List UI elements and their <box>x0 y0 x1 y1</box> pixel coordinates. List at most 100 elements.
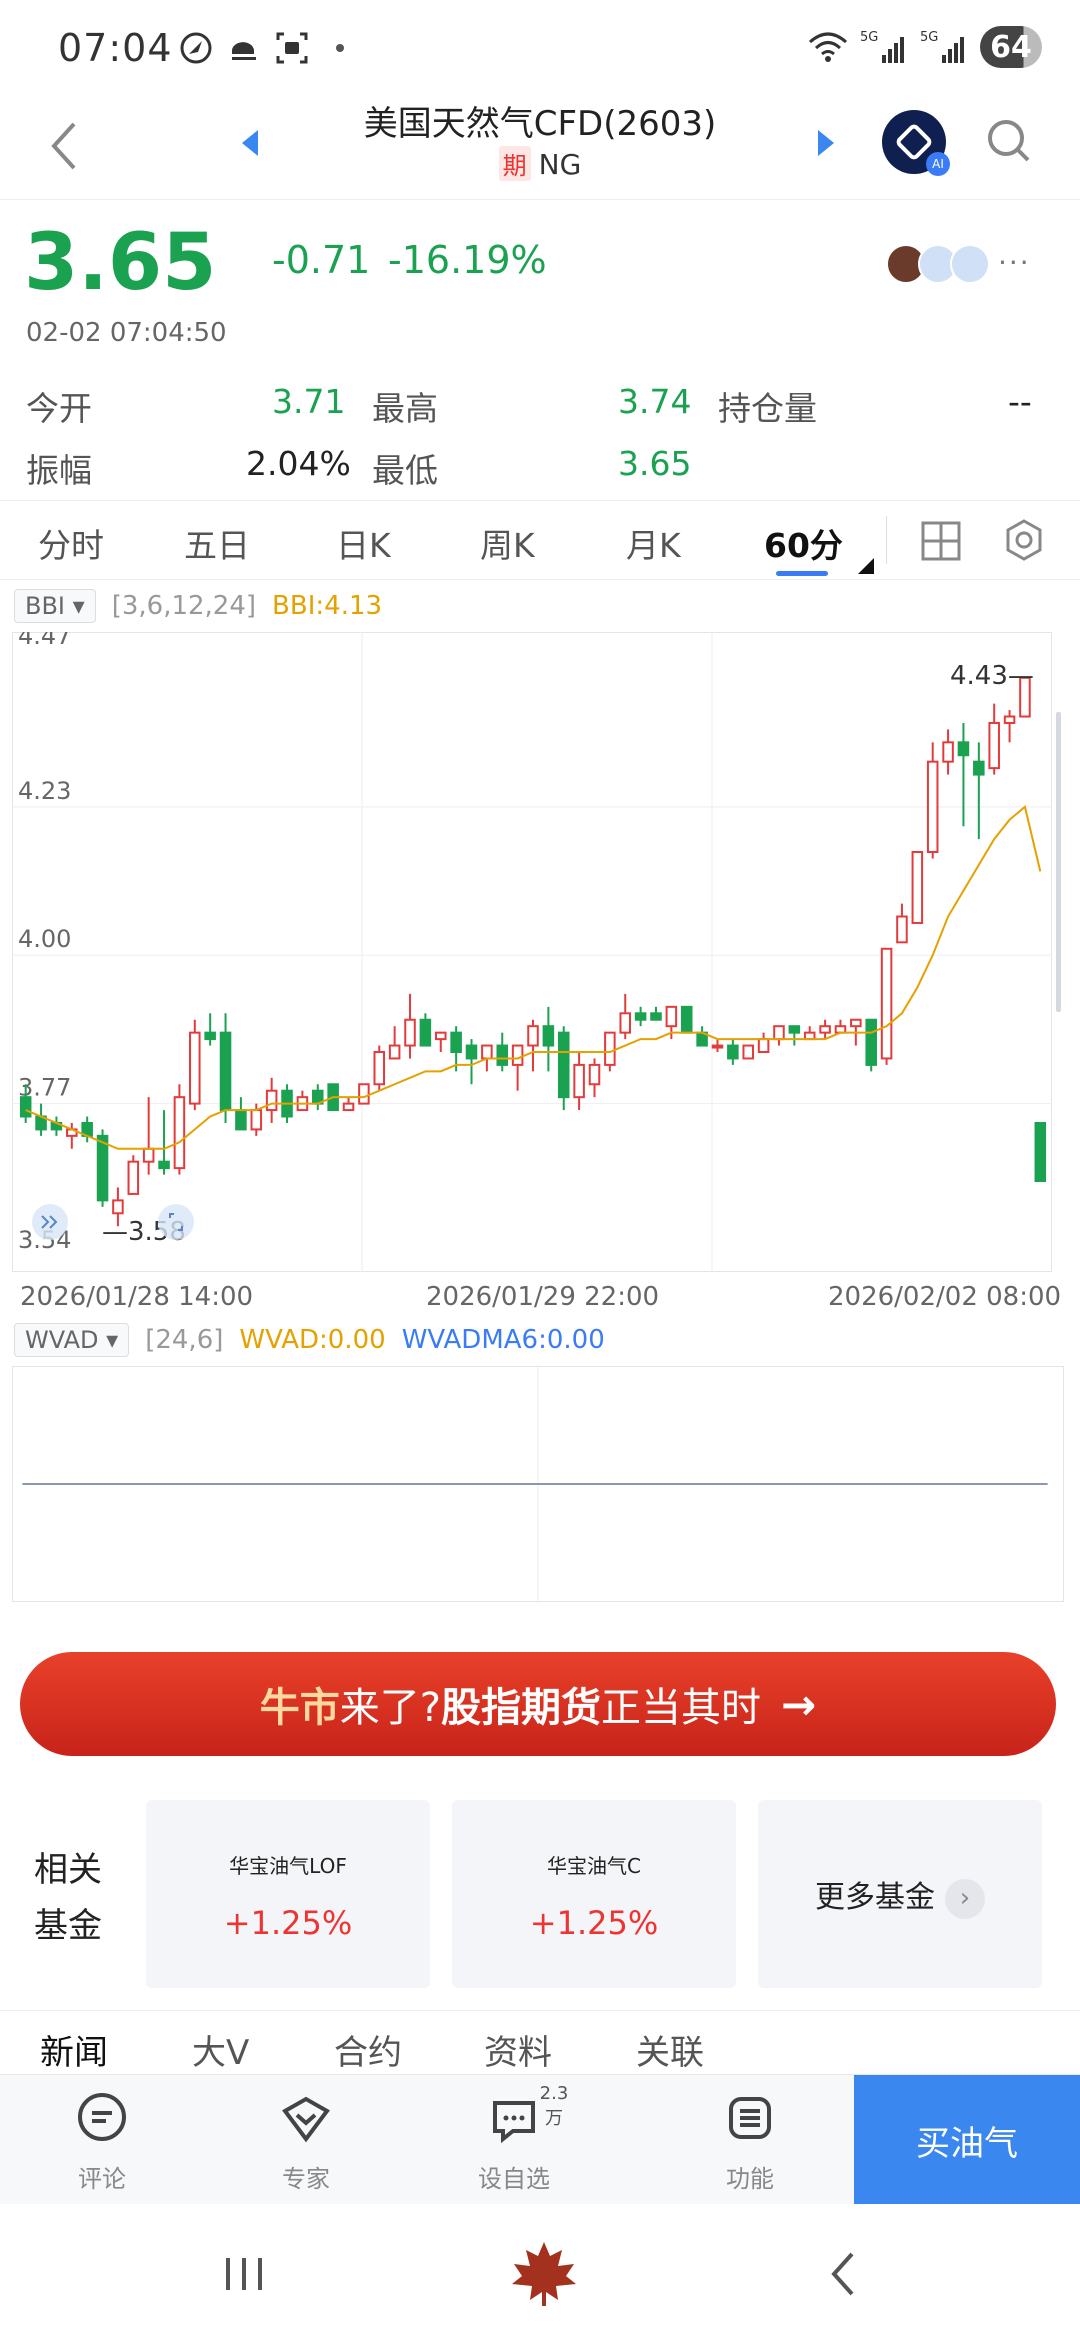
tab-five-day[interactable]: 五日 <box>184 519 250 567</box>
tab-profile[interactable]: 资料 <box>484 2025 552 2074</box>
tab-dropdown-corner-icon[interactable] <box>858 558 874 574</box>
chevron-right-icon: › <box>945 1878 985 1919</box>
candle-body <box>388 1044 401 1060</box>
candle-body <box>742 1044 754 1060</box>
y-tick-label: 4.23 <box>18 777 71 805</box>
high-label: 最高 <box>372 389 438 428</box>
open-value: 3.71 <box>272 382 346 421</box>
wvad-chart[interactable] <box>12 1366 1064 1602</box>
candle-body <box>342 1102 355 1112</box>
expert-button[interactable]: 专家 <box>246 2091 366 2194</box>
svg-text:5G: 5G <box>860 30 878 45</box>
candle-body <box>19 1096 32 1118</box>
tab-60min[interactable]: 60分 <box>764 519 843 567</box>
candle-body <box>557 1031 570 1099</box>
last-price: 3.65 <box>24 218 217 308</box>
price-change: -0.71 <box>272 238 371 282</box>
candle-body <box>158 1160 170 1170</box>
amplitude-label: 振幅 <box>26 451 92 490</box>
wvadma-value: WVADMA6:0.00 <box>401 1325 605 1355</box>
system-nav-bar <box>0 2204 1080 2340</box>
more-funds-card[interactable]: 更多基金 › <box>758 1800 1042 1988</box>
y-tick-label: 4.00 <box>18 925 71 953</box>
candle-body <box>235 1109 247 1131</box>
candle-body <box>911 851 924 924</box>
comment-button[interactable]: 评论 <box>42 2091 162 2194</box>
features-button[interactable]: 功能 <box>690 2091 810 2194</box>
tab-related[interactable]: 关联 <box>636 2025 704 2074</box>
candle-body <box>404 1018 416 1047</box>
buy-button[interactable]: 买油气 <box>854 2075 1080 2205</box>
fund-change: +1.25% <box>529 1904 659 1942</box>
x-axis-label-start: 2026/01/28 14:00 <box>20 1282 254 1312</box>
candle-body <box>265 1089 278 1112</box>
wifi-icon <box>809 32 847 62</box>
candle-body <box>865 1018 877 1066</box>
candlestick-chart[interactable]: 4.474.234.003.773.544.43——3.58 <box>12 632 1064 1272</box>
price-change-percent: -16.19% <box>388 238 547 282</box>
expand-left-icon[interactable] <box>32 1204 68 1240</box>
candle-body <box>819 1025 831 1034</box>
sub-indicator-select[interactable]: WVAD ▾ <box>14 1323 130 1357</box>
layout-grid-icon[interactable] <box>920 520 962 562</box>
candle-body <box>880 947 893 1060</box>
open-interest-value: -- <box>1008 382 1032 421</box>
more-funds-label: 更多基金 <box>815 1880 935 1915</box>
candle-body <box>957 741 970 757</box>
svg-text:5G: 5G <box>920 30 938 45</box>
menu-icon <box>729 2097 771 2139</box>
watchlist-icon <box>493 2101 535 2144</box>
tab-contracts[interactable]: 合约 <box>334 2025 402 2074</box>
signal-icon: 5G <box>860 30 904 63</box>
tab-daily-k[interactable]: 日K <box>336 519 391 567</box>
active-tab-indicator <box>776 571 828 576</box>
fund-name: 华宝油气LOF <box>229 1854 347 1878</box>
candle-body <box>511 1044 524 1066</box>
next-instrument-icon[interactable] <box>814 128 838 158</box>
add-watchlist-button[interactable]: 2.3万 设自选 <box>454 2083 574 2194</box>
open-label: 今开 <box>26 389 92 428</box>
tab-influencers[interactable]: 大V <box>192 2025 249 2074</box>
more-menu-icon[interactable]: ··· <box>998 246 1031 279</box>
status-right: 5G 5G 64 <box>808 26 1042 68</box>
weather-icon <box>231 42 256 60</box>
open-interest-label: 持仓量 <box>718 389 817 428</box>
instrument-symbol: NG <box>538 148 582 181</box>
tab-news[interactable]: 新闻 <box>40 2025 108 2074</box>
community-avatars[interactable] <box>886 244 990 284</box>
back-nav-icon[interactable] <box>814 2244 874 2304</box>
y-tick-label: 4.47 <box>18 632 71 650</box>
tab-intraday[interactable]: 分时 <box>38 519 104 567</box>
fullscreen-icon[interactable] <box>158 1204 194 1240</box>
promo-banner[interactable]: 牛市 来了? 股指期货 正当其时 → <box>20 1652 1056 1756</box>
navigation-icon <box>180 32 212 64</box>
quote-header: 美国天然气CFD(2603) 期 NG AI <box>0 96 1080 200</box>
chart-scrollbar[interactable] <box>1056 712 1061 1012</box>
candle-body <box>850 1018 862 1028</box>
candle-body <box>727 1044 739 1060</box>
low-label: 最低 <box>372 451 438 490</box>
candle-body <box>711 1044 724 1049</box>
candle-body <box>419 1018 432 1047</box>
candle-body <box>204 1031 216 1041</box>
candle-body <box>373 1051 386 1086</box>
tab-monthly-k[interactable]: 月K <box>626 519 681 567</box>
tab-weekly-k[interactable]: 周K <box>480 519 535 567</box>
candle-body <box>189 1031 201 1105</box>
fund-card[interactable]: 华宝油气C +1.25% <box>452 1800 736 1988</box>
home-maple-leaf-icon[interactable] <box>508 2238 580 2310</box>
fund-card[interactable]: 华宝油气LOF +1.25% <box>146 1800 430 1988</box>
ai-assistant-button[interactable]: AI <box>882 110 950 176</box>
search-icon[interactable] <box>984 116 1034 166</box>
candle-body <box>542 1025 555 1047</box>
more-funds-link: 更多基金 › <box>758 1872 1042 1919</box>
candle-body <box>665 1005 678 1028</box>
fund-name: 华宝油气C <box>547 1854 641 1878</box>
related-funds-label: 相关 基金 <box>34 1842 102 1954</box>
main-indicator-select[interactable]: BBI ▾ <box>14 589 96 623</box>
quote-timestamp: 02-02 07:04:50 <box>26 318 227 348</box>
settings-gear-icon[interactable] <box>1002 518 1046 562</box>
recent-apps-icon[interactable] <box>214 2244 274 2304</box>
candle-body <box>112 1199 124 1215</box>
candle-body <box>358 1083 370 1105</box>
